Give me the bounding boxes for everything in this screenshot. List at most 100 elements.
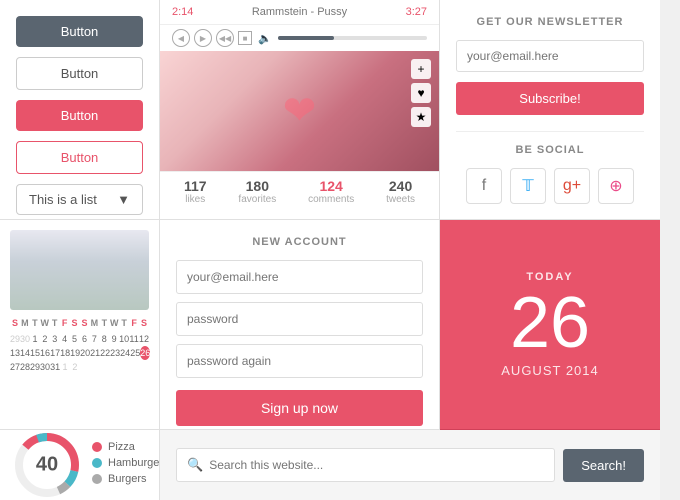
cal-cell[interactable]: 20 [80,346,90,360]
cal-cell[interactable]: 5 [70,332,80,346]
music-stats: 117 likes 180 favorites 124 comments 240… [160,171,439,211]
legend-label-pizza: Pizza [108,441,160,453]
cal-cell[interactable]: 12 [139,332,149,346]
cal-cell[interactable]: 18 [60,346,70,360]
legend-dot-pizza [92,442,102,452]
signup-panel: NEW ACCOUNT Sign up now [160,220,440,430]
cal-header-thu1: T [50,316,60,330]
cal-header-tue2: T [99,316,109,330]
cal-cell[interactable]: 1 [60,360,70,374]
stop-button[interactable]: ■ [238,31,252,45]
legend-item-hamburgers: Hamburgers 9% [92,457,160,469]
calendar-header: S M T W T F S S M T W T F S [10,316,149,330]
cal-cell[interactable]: 27 [10,360,20,374]
cal-cell[interactable]: 7 [89,332,99,346]
cal-cell-today[interactable]: 26 [140,346,150,360]
cal-cell[interactable]: 4 [60,332,70,346]
dropdown-button[interactable]: This is a list ▼ [16,184,143,215]
music-overlay-actions: + ♥ ★ [411,59,431,127]
dark-button[interactable]: Button [16,16,143,47]
total-time: 3:27 [406,6,427,18]
tweets-count: 240 [386,178,415,194]
red-outline-button[interactable]: Button [16,141,143,174]
likes-stat: 117 likes [184,178,207,205]
tweets-stat: 240 tweets [386,178,415,205]
donut-chart: 40 [12,430,82,500]
progress-track[interactable] [278,36,427,40]
tweets-label: tweets [386,194,415,205]
newsletter-email-input[interactable] [456,40,644,72]
cal-cell[interactable]: 3 [50,332,60,346]
signup-password-input[interactable] [176,302,423,336]
search-input[interactable] [209,458,544,472]
cal-cell[interactable]: 13 [10,346,20,360]
chart-panel: 40 Pizza 43% Hamburgers 9% Burgers ... [0,430,160,500]
cal-cell[interactable]: 30 [40,360,50,374]
cal-cell[interactable]: 15 [30,346,40,360]
cal-cell[interactable]: 2 [70,360,80,374]
search-button[interactable]: Search! [563,449,644,482]
today-panel: TODAY 26 AUGUST 2014 [440,220,660,430]
subscribe-button[interactable]: Subscribe! [456,82,644,115]
cal-cell[interactable]: 19 [70,346,80,360]
googleplus-icon[interactable]: g+ [554,168,590,204]
chart-legend: Pizza 43% Hamburgers 9% Burgers ... [92,441,160,489]
cal-header-wed2: W [109,316,119,330]
favorite-icon[interactable]: ♥ [411,83,431,103]
progress-bar-row: ◀ ▶ ◀◀ ■ 🔈 [160,25,439,51]
star-icon[interactable]: ★ [411,107,431,127]
rewind-button[interactable]: ◀◀ [216,29,234,47]
dribbble-icon[interactable]: ⊕ [598,168,634,204]
cal-cell[interactable]: 9 [109,332,119,346]
prev-button[interactable]: ◀ [172,29,190,47]
cal-cell[interactable]: 24 [120,346,130,360]
legend-dot-burgers [92,474,102,484]
cal-header-mon1: M [20,316,30,330]
signup-email-input[interactable] [176,260,423,294]
calendar-image [10,230,149,310]
cal-cell[interactable]: 29 [30,360,40,374]
twitter-icon[interactable]: 𝕋 [510,168,546,204]
cal-cell[interactable]: 17 [50,346,60,360]
today-month: AUGUST 2014 [501,363,598,378]
cal-cell[interactable]: 8 [99,332,109,346]
cal-cell[interactable]: 31 [50,360,60,374]
heart-tattoo: ❤ [283,88,317,134]
favorites-stat: 180 favorites [238,178,276,205]
red-button[interactable]: Button [16,100,143,131]
music-topbar: 2:14 Rammstein - Pussy 3:27 [160,0,439,25]
music-title: Rammstein - Pussy [199,6,399,18]
cal-row-2: 13 14 15 16 17 18 19 20 21 22 23 24 25 2… [10,346,149,360]
favorites-label: favorites [238,194,276,205]
volume-icon: 🔈 [258,32,272,45]
cal-cell[interactable]: 28 [20,360,30,374]
cal-cell[interactable]: 23 [110,346,120,360]
music-image: ❤ + ♥ ★ [160,51,439,171]
cal-cell[interactable]: 2 [40,332,50,346]
cal-cell[interactable]: 22 [100,346,110,360]
cal-cell[interactable]: 21 [90,346,100,360]
cal-header-sun1: S [10,316,20,330]
today-number: 26 [510,287,590,359]
cal-cell[interactable]: 10 [119,332,129,346]
progress-fill [278,36,335,40]
cal-cell[interactable]: 11 [129,332,139,346]
signup-button[interactable]: Sign up now [176,390,423,426]
cal-header-sat1: S [70,316,80,330]
signup-confirm-input[interactable] [176,344,423,378]
outline-button[interactable]: Button [16,57,143,90]
comments-count: 124 [308,178,354,194]
legend-dot-hamburgers [92,458,102,468]
play-button[interactable]: ▶ [194,29,212,47]
cal-cell[interactable]: 1 [30,332,40,346]
music-controls: ◀ ▶ ◀◀ ■ [172,29,252,47]
facebook-icon[interactable]: f [466,168,502,204]
cal-cell[interactable]: 14 [20,346,30,360]
cal-cell[interactable]: 6 [80,332,90,346]
cal-cell[interactable]: 30 [20,332,30,346]
cal-cell[interactable]: 29 [10,332,20,346]
newsletter-title: GET OUR NEWSLETTER [456,16,644,28]
cal-cell[interactable]: 25 [130,346,140,360]
add-icon[interactable]: + [411,59,431,79]
cal-cell[interactable]: 16 [40,346,50,360]
